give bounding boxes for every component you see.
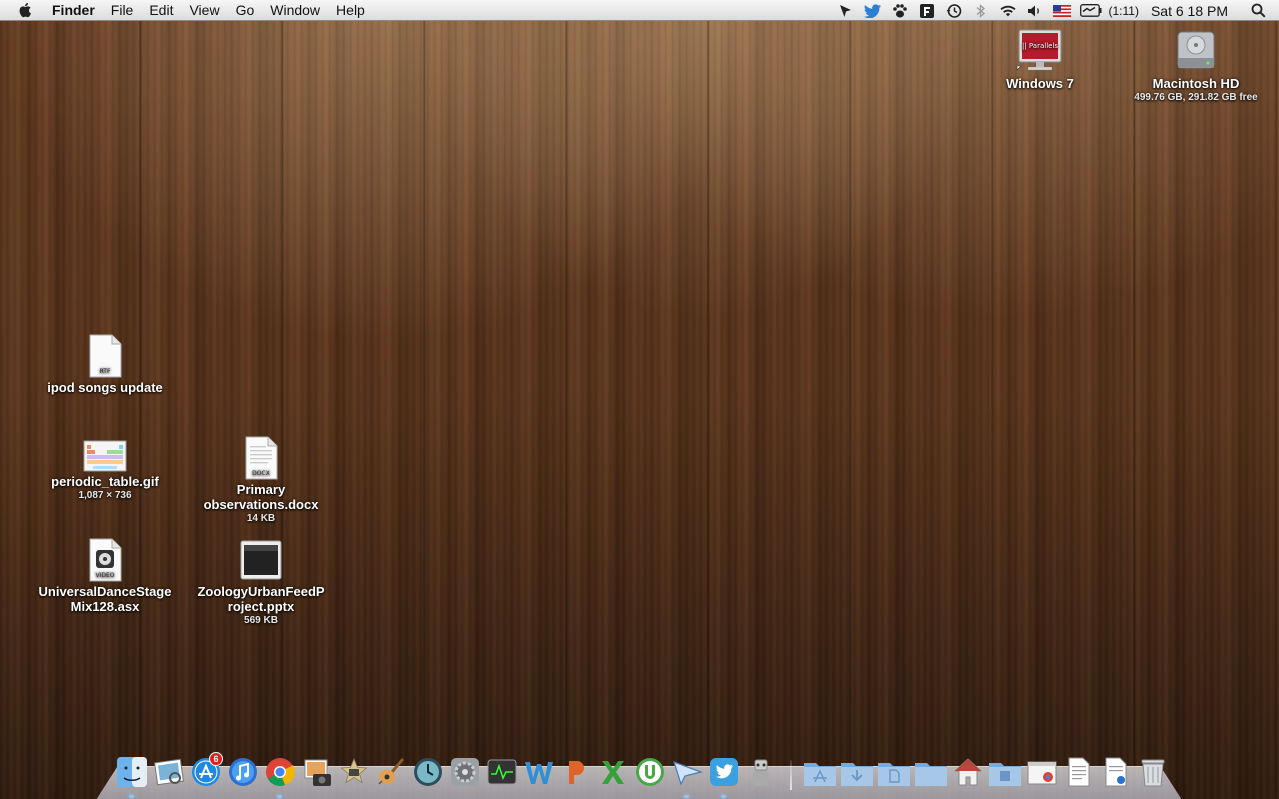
rtf-badge-text: RTF	[100, 368, 111, 375]
menu-window[interactable]: Window	[270, 2, 320, 18]
menu-edit[interactable]: Edit	[149, 2, 173, 18]
excel-icon[interactable]	[595, 754, 631, 790]
downloads-stack-icon[interactable]	[839, 754, 875, 790]
running-indicator	[684, 795, 689, 798]
image-thumbnail-icon	[83, 440, 127, 472]
battery-time[interactable]: (1:11)	[1108, 4, 1138, 18]
automator-icon[interactable]	[743, 754, 779, 790]
documents-stack-icon[interactable]	[876, 754, 912, 790]
system-preferences-icon[interactable]	[447, 754, 483, 790]
apple-menu-icon[interactable]	[18, 2, 34, 18]
applications-stack-icon[interactable]	[802, 754, 838, 790]
desktop-icon-label: Primary observations.docx	[203, 482, 319, 512]
spotlight-icon[interactable]	[1249, 3, 1267, 19]
windows-folder-icon[interactable]	[987, 754, 1023, 790]
box-icon[interactable]	[918, 3, 936, 19]
docx-document-icon: DOCX	[245, 436, 278, 480]
desktop-icon-label: Windows 7	[1006, 76, 1074, 91]
itunes-icon[interactable]	[225, 754, 261, 790]
desktop-icon-windows7[interactable]: || Parallels Windows 7	[970, 28, 1110, 91]
app-store-badge: 6	[209, 752, 223, 766]
battery-icon[interactable]	[1080, 3, 1102, 19]
paw-icon[interactable]	[891, 3, 909, 19]
imovie-icon[interactable]	[336, 754, 372, 790]
word-icon[interactable]	[521, 754, 557, 790]
dock: 6	[114, 750, 1172, 798]
pptx-thumbnail-icon	[240, 540, 282, 580]
desktop-icon-zoology-project[interactable]: ZoologyUrbanFeedProject.pptx 569 KB	[191, 538, 331, 628]
rtf-document-icon: RTF	[89, 334, 122, 378]
desktop-icon-label: UniversalDanceStageMix128.asx	[38, 584, 172, 614]
menu-view[interactable]: View	[189, 2, 219, 18]
video-badge-text: VIDEO	[95, 572, 114, 579]
time-machine-icon[interactable]	[410, 754, 446, 790]
web-document-icon[interactable]	[1024, 754, 1060, 790]
wallpaper-grain	[0, 0, 1279, 799]
desktop-icon-label: ZoologyUrbanFeedProject.pptx	[197, 584, 325, 614]
stack-document-icon[interactable]	[1098, 754, 1134, 790]
preview-icon[interactable]	[151, 754, 187, 790]
harddisk-icon	[1177, 31, 1215, 69]
desktop-icon-dance-mix[interactable]: VIDEO UniversalDanceStageMix128.asx	[35, 538, 175, 614]
desktop-icon-label: ipod songs update	[47, 380, 163, 395]
menu-go[interactable]: Go	[236, 2, 255, 18]
send-icon[interactable]	[669, 754, 705, 798]
menu-bar: Finder File Edit View Go Window Help (1:…	[0, 0, 1279, 21]
running-indicator	[721, 795, 726, 798]
wifi-icon[interactable]	[999, 3, 1017, 19]
parallels-logo-text: || Parallels	[1022, 42, 1058, 50]
running-indicator	[129, 795, 134, 798]
powerpoint-icon[interactable]	[558, 754, 594, 790]
text-document-icon[interactable]	[1061, 754, 1097, 790]
status-area: (1:11) Sat 6 18 PM	[828, 0, 1279, 21]
desktop-icon-info: 499.76 GB, 291.82 GB free	[1134, 92, 1258, 103]
menu-help[interactable]: Help	[336, 2, 365, 18]
twitter-icon[interactable]	[706, 754, 742, 798]
desktop-icon-ipod-songs[interactable]: RTF ipod songs update	[35, 334, 175, 395]
finder-icon[interactable]	[114, 754, 150, 798]
desktop-icon-info: 569 KB	[244, 615, 278, 626]
activity-monitor-icon[interactable]	[484, 754, 520, 790]
utorrent-icon[interactable]	[632, 754, 668, 790]
time-machine-icon[interactable]	[945, 3, 963, 19]
video-document-icon: VIDEO	[89, 538, 122, 582]
dock-divider	[790, 760, 792, 790]
iphoto-icon[interactable]	[299, 754, 335, 790]
running-indicator	[277, 795, 282, 798]
desktop-icon-label: Macintosh HD	[1152, 76, 1240, 91]
desktop-icon-macintosh-hd[interactable]: Macintosh HD 499.76 GB, 291.82 GB free	[1126, 28, 1266, 105]
garageband-icon[interactable]	[373, 754, 409, 790]
desktop-icon-info: 1,087 × 736	[78, 490, 132, 501]
menu-file[interactable]: File	[111, 2, 134, 18]
cursor-icon[interactable]	[837, 3, 855, 19]
parallels-vm-icon: || Parallels	[1016, 29, 1062, 71]
chrome-icon[interactable]	[262, 754, 298, 798]
wallpaper-planks	[0, 0, 1279, 799]
desktop-icon-periodic-table[interactable]: periodic_table.gif 1,087 × 736	[35, 440, 175, 503]
home-folder-icon[interactable]	[950, 754, 986, 790]
menu-clock[interactable]: Sat 6 18 PM	[1151, 3, 1228, 19]
docx-badge-text: DOCX	[252, 470, 270, 477]
flag-us-icon[interactable]	[1053, 3, 1072, 19]
bluetooth-icon[interactable]	[972, 3, 990, 19]
twitter-bird-icon[interactable]	[864, 3, 882, 19]
app-store-icon[interactable]: 6	[188, 752, 224, 790]
trash-icon[interactable]	[1135, 754, 1171, 790]
volume-icon[interactable]	[1026, 3, 1044, 19]
desktop-icon-primary-observations[interactable]: DOCX Primary observations.docx 14 KB	[191, 436, 331, 526]
menu-app-name[interactable]: Finder	[52, 2, 95, 18]
desktop-icon-label: periodic_table.gif	[51, 474, 159, 489]
desktop-icon-info: 14 KB	[246, 513, 276, 524]
folder-stack-icon[interactable]	[913, 754, 949, 790]
